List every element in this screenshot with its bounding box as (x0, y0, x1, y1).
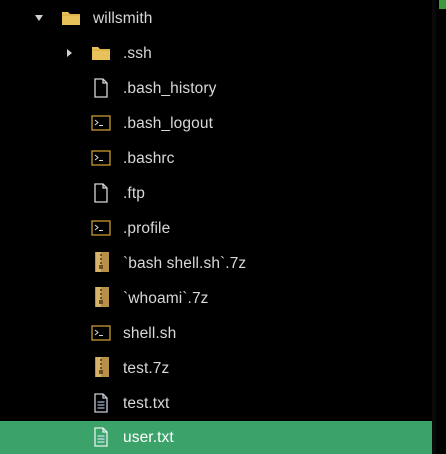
tree-item-label: .ssh (123, 44, 152, 62)
tree-item-file[interactable]: .bash_history (0, 71, 436, 106)
tree-item-folder[interactable]: .ssh (0, 36, 436, 71)
tree-item-label: `bash shell.sh`.7z (123, 254, 247, 272)
adjacent-panel-edge (436, 0, 446, 454)
folder-icon (61, 8, 81, 28)
file-icon (91, 78, 111, 98)
chevron-right-icon[interactable] (64, 48, 74, 58)
tree-item-label: test.txt (123, 394, 170, 412)
tree-item-label: test.7z (123, 359, 170, 377)
folder-icon (91, 43, 111, 63)
archive-icon (92, 287, 112, 307)
tree-item-file[interactable]: shell.sh (0, 316, 436, 351)
tree-item-label: user.txt (123, 428, 174, 446)
file-icon (91, 183, 111, 203)
tree-item-label: `whoami`.7z (123, 289, 209, 307)
terminal-file-icon (91, 323, 111, 343)
tree-item-file-selected[interactable]: user.txt (0, 421, 436, 454)
text-file-icon (91, 393, 111, 413)
archive-icon (92, 252, 112, 272)
tree-item-file[interactable]: .bash_logout (0, 106, 436, 141)
tree-item-label: shell.sh (123, 324, 177, 342)
tree-item-label: .bashrc (123, 149, 175, 167)
file-explorer-tree: willsmith .ssh .bash_history .bash_logou… (0, 0, 436, 454)
terminal-file-icon (91, 148, 111, 168)
tree-item-label: .profile (123, 219, 171, 237)
tree-item-file[interactable]: `whoami`.7z (0, 281, 436, 316)
archive-icon (92, 357, 112, 377)
terminal-file-icon (91, 218, 111, 238)
tree-item-file[interactable]: .profile (0, 211, 436, 246)
tree-item-file[interactable]: test.7z (0, 351, 436, 386)
terminal-file-icon (91, 113, 111, 133)
text-file-icon (91, 427, 111, 447)
status-indicator (439, 0, 446, 9)
tree-item-root-folder[interactable]: willsmith (0, 1, 436, 36)
tree-item-file[interactable]: .ftp (0, 176, 436, 211)
tree-item-file[interactable]: test.txt (0, 386, 436, 421)
tree-item-label: willsmith (93, 9, 153, 27)
tree-item-label: .bash_logout (123, 114, 213, 132)
chevron-down-icon[interactable] (34, 13, 44, 23)
tree-item-file[interactable]: `bash shell.sh`.7z (0, 246, 436, 281)
tree-item-label: .ftp (123, 184, 145, 202)
tree-item-file[interactable]: .bashrc (0, 141, 436, 176)
tree-item-label: .bash_history (123, 79, 217, 97)
